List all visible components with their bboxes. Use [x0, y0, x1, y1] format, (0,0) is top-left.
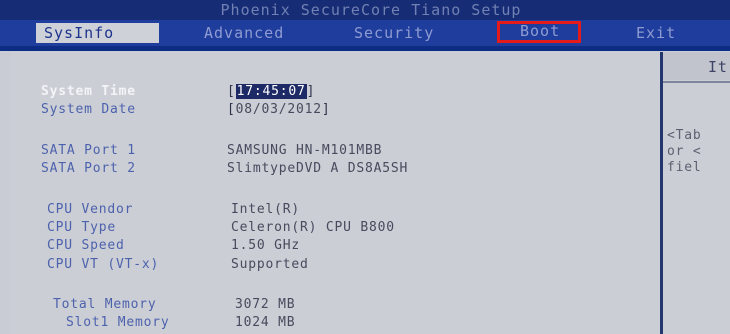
open-bracket: [: [227, 84, 236, 99]
menu-bar: SysInfo Advanced Security Boot Exit: [0, 20, 730, 46]
total-memory-label: Total Memory: [53, 297, 157, 312]
bios-title: Phoenix SecureCore Tiano Setup: [220, 1, 522, 19]
slot1-memory-value: 1024 MB: [235, 315, 296, 330]
cpu-vendor-label: CPU Vendor: [47, 202, 134, 217]
tab-advanced[interactable]: Advanced: [196, 23, 318, 43]
bios-screen: Phoenix SecureCore Tiano Setup SysInfo A…: [0, 0, 730, 334]
cpu-vt-label: CPU VT (VT-x): [47, 257, 160, 272]
sata-port-1-value: SAMSUNG HN-M101MBB: [227, 143, 383, 158]
sata-port-1-label: SATA Port 1: [41, 143, 136, 158]
cpu-vt-value: Supported: [231, 257, 309, 272]
tab-exit[interactable]: Exit: [628, 23, 728, 43]
help-separator: [663, 81, 730, 83]
help-line-2: or <: [667, 144, 702, 159]
system-date-label: System Date: [41, 102, 136, 117]
menu-divider: [0, 46, 730, 51]
system-date-field[interactable]: [08/03/2012]: [227, 102, 331, 117]
sata-port-2-value: SlimtypeDVD A DS8A5SH: [227, 161, 409, 176]
slot1-memory-label: Slot1 Memory: [66, 315, 170, 330]
close-bracket: ]: [321, 102, 331, 117]
cpu-speed-value: 1.50 GHz: [231, 238, 301, 253]
cpu-speed-label: CPU Speed: [47, 238, 125, 253]
system-time-value[interactable]: 17:45:07: [235, 84, 307, 99]
help-line-3: fiel: [667, 160, 702, 175]
tab-sysinfo[interactable]: SysInfo: [36, 23, 159, 43]
close-bracket: ]: [306, 84, 316, 99]
open-bracket: [: [227, 102, 236, 117]
sysinfo-panel: System Time [17:45:07] System Date [08/0…: [10, 52, 660, 334]
cpu-vendor-value: Intel(R): [231, 202, 301, 217]
help-title: It: [708, 58, 728, 76]
sata-port-2-label: SATA Port 2: [41, 161, 136, 176]
help-panel: [663, 52, 730, 334]
system-time-field[interactable]: [17:45:07]: [227, 84, 315, 99]
system-time-label: System Time: [41, 84, 136, 99]
cpu-type-value: Celeron(R) CPU B800: [231, 220, 395, 235]
system-date-value[interactable]: 08/03/2012: [236, 102, 322, 117]
help-line-1: <Tab: [667, 128, 702, 143]
tab-boot[interactable]: Boot: [497, 21, 581, 43]
tab-security[interactable]: Security: [346, 23, 468, 43]
total-memory-value: 3072 MB: [235, 297, 296, 312]
cpu-type-label: CPU Type: [47, 220, 117, 235]
help-divider: [660, 52, 663, 334]
